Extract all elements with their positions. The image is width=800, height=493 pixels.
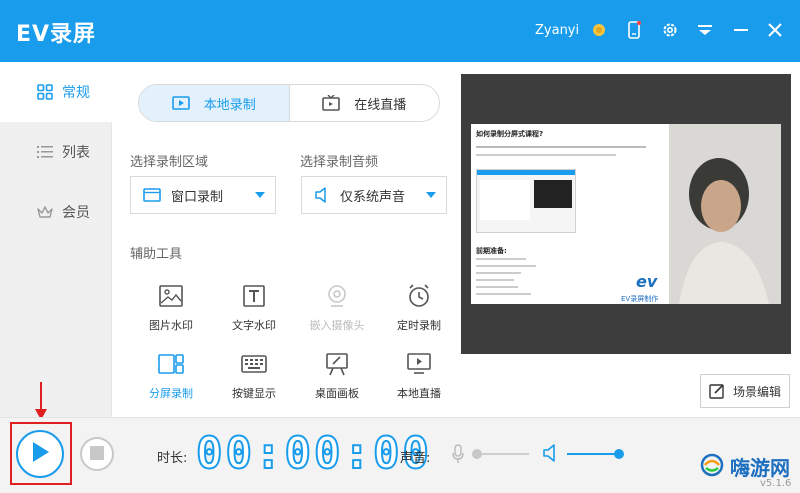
split-screen-icon (126, 349, 216, 379)
tool-key-display[interactable]: 按键显示 (209, 349, 299, 409)
slider-knob[interactable] (472, 449, 482, 459)
tab-label: 在线直播 (354, 97, 407, 113)
tool-label: 嵌入摄像头 (309, 319, 365, 332)
preview-document: 如何录制分屏式课程? 前期准备: ev EV录屏制作 (471, 124, 669, 304)
tool-text-watermark[interactable]: 文字水印 (209, 281, 299, 341)
tool-desktop-board[interactable]: 桌面画板 (292, 349, 382, 409)
site-watermark: 嗨游网 (700, 452, 790, 481)
chevron-down-icon (426, 192, 436, 198)
phone-icon[interactable] (622, 18, 646, 42)
record-stop-button[interactable] (80, 437, 114, 471)
keyboard-icon (209, 349, 299, 379)
text-icon (209, 281, 299, 311)
speaker-volume-slider[interactable] (567, 449, 624, 459)
tab-online-live[interactable]: 在线直播 (288, 85, 440, 121)
preview-webcam (669, 124, 781, 304)
record-area-label: 选择录制区域 (130, 155, 209, 170)
microphone-volume-slider[interactable] (472, 449, 529, 459)
sidebar-item-list[interactable]: 列表 (0, 122, 112, 182)
tool-local-live[interactable]: 本地直播 (374, 349, 464, 409)
tool-split-screen[interactable]: 分屏录制 (126, 349, 216, 409)
sidebar-item-general[interactable]: 常规 (0, 62, 113, 122)
gear-icon[interactable] (658, 18, 682, 42)
watermark-logo-icon (700, 453, 724, 481)
grid-icon (36, 83, 54, 101)
easel-icon (292, 349, 382, 379)
window-icon (143, 188, 161, 202)
tool-label: 本地直播 (397, 387, 441, 400)
video-icon (171, 96, 190, 110)
sidebar-item-label: 常规 (62, 85, 90, 101)
alarm-icon (374, 281, 464, 311)
sound-label: 声音: (400, 451, 431, 466)
speaker-volume-icon[interactable] (543, 444, 559, 466)
record-area-select[interactable]: 窗口录制 (130, 176, 276, 214)
speaker-icon (314, 187, 330, 203)
tv-icon (322, 95, 341, 111)
record-audio-value: 仅系统声音 (340, 189, 406, 205)
sidebar-item-label: 会员 (62, 205, 90, 221)
chevron-down-icon (255, 192, 265, 198)
duration-label: 时长: (157, 451, 188, 466)
close-icon[interactable] (763, 18, 787, 42)
watermark-text: 嗨游网 (730, 456, 790, 480)
timer-display: 00:00:00 (195, 428, 432, 479)
edit-icon (709, 383, 725, 399)
preview-brand-caption: EV录屏制作 (621, 295, 659, 303)
preview-brand-mark: ev (636, 272, 658, 291)
tools-label: 辅助工具 (130, 247, 183, 262)
tool-embed-webcam[interactable]: 嵌入摄像头 (292, 281, 382, 341)
tool-label: 文字水印 (232, 319, 276, 332)
record-audio-label: 选择录制音频 (300, 155, 379, 170)
tool-image-watermark[interactable]: 图片水印 (126, 281, 216, 341)
record-area-value: 窗口录制 (171, 189, 224, 205)
tool-label: 桌面画板 (315, 387, 359, 400)
username[interactable]: Zyanyi (535, 23, 579, 38)
webcam-icon (292, 281, 382, 311)
tool-label: 分屏录制 (149, 387, 193, 400)
tool-label: 定时录制 (397, 319, 441, 332)
stop-icon (90, 445, 104, 464)
version-label: v5.1.6 (760, 478, 792, 489)
tool-label: 图片水印 (149, 319, 193, 332)
tab-label: 本地录制 (203, 97, 256, 113)
monitor-play-icon (374, 349, 464, 379)
record-audio-select[interactable]: 仅系统声音 (301, 176, 447, 214)
tab-local-record[interactable]: 本地录制 (139, 85, 289, 121)
mode-tabs: 本地录制 在线直播 (138, 84, 440, 122)
play-icon (30, 441, 50, 467)
record-start-button[interactable] (16, 430, 64, 478)
sidebar-item-label: 列表 (62, 145, 90, 161)
sidebar-item-member[interactable]: 会员 (0, 182, 112, 242)
crown-icon (36, 203, 54, 221)
preview-panel: 如何录制分屏式课程? 前期准备: ev EV录屏制作 (461, 74, 791, 354)
scene-edit-button[interactable]: 场景编辑 (700, 374, 790, 408)
menu-icon[interactable] (693, 18, 717, 42)
sidebar: 常规 列表 会员 (0, 62, 113, 417)
slider-fill (567, 453, 619, 455)
list-icon (36, 143, 54, 161)
microphone-icon[interactable] (451, 444, 465, 468)
tool-scheduled-record[interactable]: 定时录制 (374, 281, 464, 341)
medal-icon[interactable] (587, 18, 611, 42)
slider-knob[interactable] (614, 449, 624, 459)
app-title: EV录屏 (16, 22, 97, 47)
preview-doc-screenshot (476, 169, 576, 233)
title-bar: EV录屏 Zyanyi (0, 0, 800, 62)
preview-doc-title: 如何录制分屏式课程? (476, 130, 544, 138)
scene-edit-label: 场景编辑 (733, 384, 782, 399)
preview-doc-heading: 前期准备: (476, 247, 507, 255)
image-icon (126, 281, 216, 311)
minimize-icon[interactable] (729, 18, 753, 42)
tool-label: 按键显示 (232, 387, 276, 400)
